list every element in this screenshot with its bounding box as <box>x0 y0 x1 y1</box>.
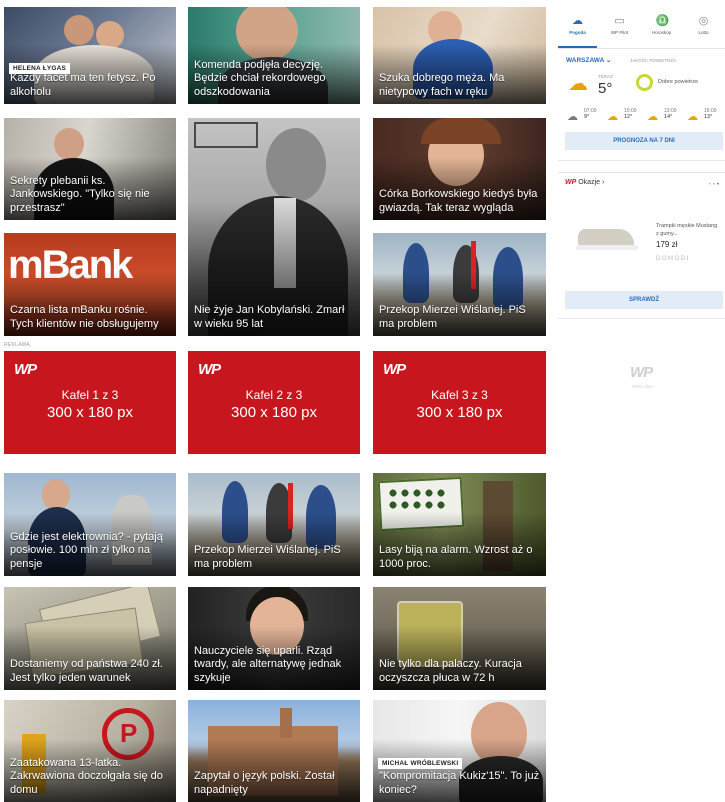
tile-caption: "Kompromitacja Kukiz'15". To już koniec? <box>379 770 540 796</box>
tile-caption: Nauczyciele się uparli. Rząd twardy, ale… <box>194 644 342 684</box>
ad-text: REKLAMA <box>632 384 654 389</box>
news-tile[interactable]: P Zaatakowana 13-latka. Zakrwawiona docz… <box>4 700 176 802</box>
news-tile[interactable]: Lasy biją na alarm. Wzrost aż o 1000 pro… <box>373 473 546 576</box>
tile-caption: Gdzie jest elektrownia? - pytają posłowi… <box>10 530 163 570</box>
news-tile[interactable]: HELENA ŁYGAS Każdy facet ma ten fetysz. … <box>4 7 176 104</box>
ad-tile[interactable]: WP Kafel 3 z 3 300 x 180 px <box>373 351 546 454</box>
sidebar-ad[interactable]: WP REKLAMA <box>558 360 725 400</box>
ad-label: REKLAMA <box>4 342 30 348</box>
news-tile[interactable]: Gdzie jest elektrownia? - pytają posłowi… <box>4 473 176 576</box>
product-price: 179 zł <box>656 240 678 249</box>
tab-horoskop[interactable]: ♎ Horoskop <box>642 0 681 46</box>
news-tile[interactable]: Dostaniemy od państwa 240 zł. Jest tylko… <box>4 587 176 690</box>
news-tile[interactable]: mBank Czarna lista mBanku rośnie. Tych k… <box>4 233 176 336</box>
ad-title: Kafel 1 z 3 <box>61 388 119 402</box>
ad-title: Kafel 2 z 3 <box>245 388 303 402</box>
news-tile[interactable]: Sekrety plebanii ks. Jankowskiego. "Tylk… <box>4 118 176 220</box>
product-name[interactable]: Trampki męskie Mustang z gumy... <box>656 223 718 238</box>
tile-caption: Czarna lista mBanku rośnie. Tych klientó… <box>10 304 159 330</box>
news-tile[interactable]: Nie żyje Jan Kobylański. Zmarł w wieku 9… <box>188 118 360 336</box>
weather-widget: ☁ Pogoda ▭ WP Pilot ♎ Horoskop ◎ Lotto W… <box>558 0 725 161</box>
horoscope-icon: ♎ <box>655 15 670 27</box>
city-selector[interactable]: WARSZAWA ⌄ <box>566 56 611 64</box>
news-tile[interactable]: Nie tylko dla palaczy. Kuracja oczyszcza… <box>373 587 546 690</box>
sun-cloud-icon: ☁ <box>687 111 698 123</box>
tile-caption: Przekop Mierzei Wiślanej. PiS ma problem <box>379 304 526 330</box>
author-badge: MICHAŁ WRÓBLEWSKI <box>378 758 463 769</box>
wp-logo: WP <box>630 364 653 381</box>
chevron-down-icon: ⌄ <box>605 57 612 64</box>
tile-caption: Przekop Mierzei Wiślanej. PiS ma problem <box>194 544 341 570</box>
weather-tab-icon: ☁ <box>572 15 583 27</box>
ad-size: 300 x 180 px <box>231 404 317 421</box>
air-quality-label: JAKOŚĆ POWIETRZA <box>630 58 677 63</box>
wp-logo: WP <box>383 361 406 378</box>
tile-caption: Komenda podjęła decyzję. Będzie chciał r… <box>194 58 326 98</box>
tile-caption: Nie żyje Jan Kobylański. Zmarł w wieku 9… <box>194 304 345 330</box>
tile-caption: Nie tylko dla palaczy. Kuracja oczyszcza… <box>379 658 522 684</box>
tile-caption: Szuka dobrego męża. Ma nietypowy fach w … <box>379 72 505 98</box>
ad-tile[interactable]: WP Kafel 1 z 3 300 x 180 px <box>4 351 176 454</box>
lotto-icon: ◎ <box>698 15 709 27</box>
tabs-divider <box>558 48 725 49</box>
air-quality-icon <box>636 74 653 91</box>
current-temp: 5° <box>598 80 613 97</box>
tile-caption: Zaatakowana 13-latka. Zakrwawiona doczoł… <box>10 756 163 796</box>
sun-cloud-icon: ☁ <box>647 111 658 123</box>
wp-logo: WP <box>565 179 577 186</box>
check-offer-button[interactable]: SPRAWDŹ <box>565 291 723 309</box>
news-tile[interactable]: Szuka dobrego męża. Ma nietypowy fach w … <box>373 7 546 104</box>
cloud-icon: ☁ <box>567 111 578 123</box>
tile-caption: Każdy facet ma ten fetysz. Po alkoholu <box>10 72 156 98</box>
sun-cloud-icon: ☁ <box>607 111 618 123</box>
forecast-7-days-button[interactable]: PROGNOZA NA 7 DNI <box>565 132 723 150</box>
news-tile[interactable]: MICHAŁ WRÓBLEWSKI "Kompromitacja Kukiz'1… <box>373 700 546 802</box>
news-tile[interactable]: Nauczyciele się uparli. Rząd twardy, ale… <box>188 587 360 690</box>
now-label: TERAZ <box>598 74 613 79</box>
news-tile[interactable]: Przekop Mierzei Wiślanej. PiS ma problem <box>373 233 546 336</box>
ad-size: 300 x 180 px <box>416 404 503 421</box>
offers-widget: WP Okazje › ••• Trampki męskie Mustang z… <box>558 172 725 319</box>
ad-size: 300 x 180 px <box>47 404 133 421</box>
tile-caption: Dostaniemy od państwa 240 zł. Jest tylko… <box>10 658 163 684</box>
news-tile[interactable]: Zapytał o język polski. Został napadnięt… <box>188 700 360 802</box>
product-image[interactable] <box>574 223 642 253</box>
ad-tile[interactable]: WP Kafel 2 z 3 300 x 180 px <box>188 351 360 454</box>
shop-name: DOMODI <box>656 256 690 262</box>
tab-lotto[interactable]: ◎ Lotto <box>684 0 723 46</box>
ad-title: Kafel 3 z 3 <box>431 388 488 402</box>
wp-logo: WP <box>14 361 37 378</box>
news-tile[interactable]: Przekop Mierzei Wiślanej. PiS ma problem <box>188 473 360 576</box>
news-tile[interactable]: Komenda podjęła decyzję. Będzie chciał r… <box>188 7 360 104</box>
tile-caption: Sekrety plebanii ks. Jankowskiego. "Tylk… <box>10 174 150 214</box>
news-tile[interactable]: Córka Borkowskiego kiedyś była gwiazdą. … <box>373 118 546 220</box>
tab-wp-pilot[interactable]: ▭ WP Pilot <box>600 0 639 46</box>
tab-pogoda[interactable]: ☁ Pogoda <box>558 0 597 48</box>
carousel-dots[interactable]: ••• <box>709 182 721 188</box>
tile-caption: Lasy biją na alarm. Wzrost aż o 1000 pro… <box>379 544 533 570</box>
air-quality-status: Dobre powietrze <box>658 79 699 85</box>
tile-caption: Zapytał o język polski. Został napadnięt… <box>194 770 335 796</box>
sun-cloud-icon: ☁ <box>568 73 588 95</box>
tile-caption: Córka Borkowskiego kiedyś była gwiazdą. … <box>379 188 538 214</box>
offers-header[interactable]: WP Okazje › <box>565 179 604 186</box>
wp-logo: WP <box>198 361 221 378</box>
tv-icon: ▭ <box>614 15 625 27</box>
